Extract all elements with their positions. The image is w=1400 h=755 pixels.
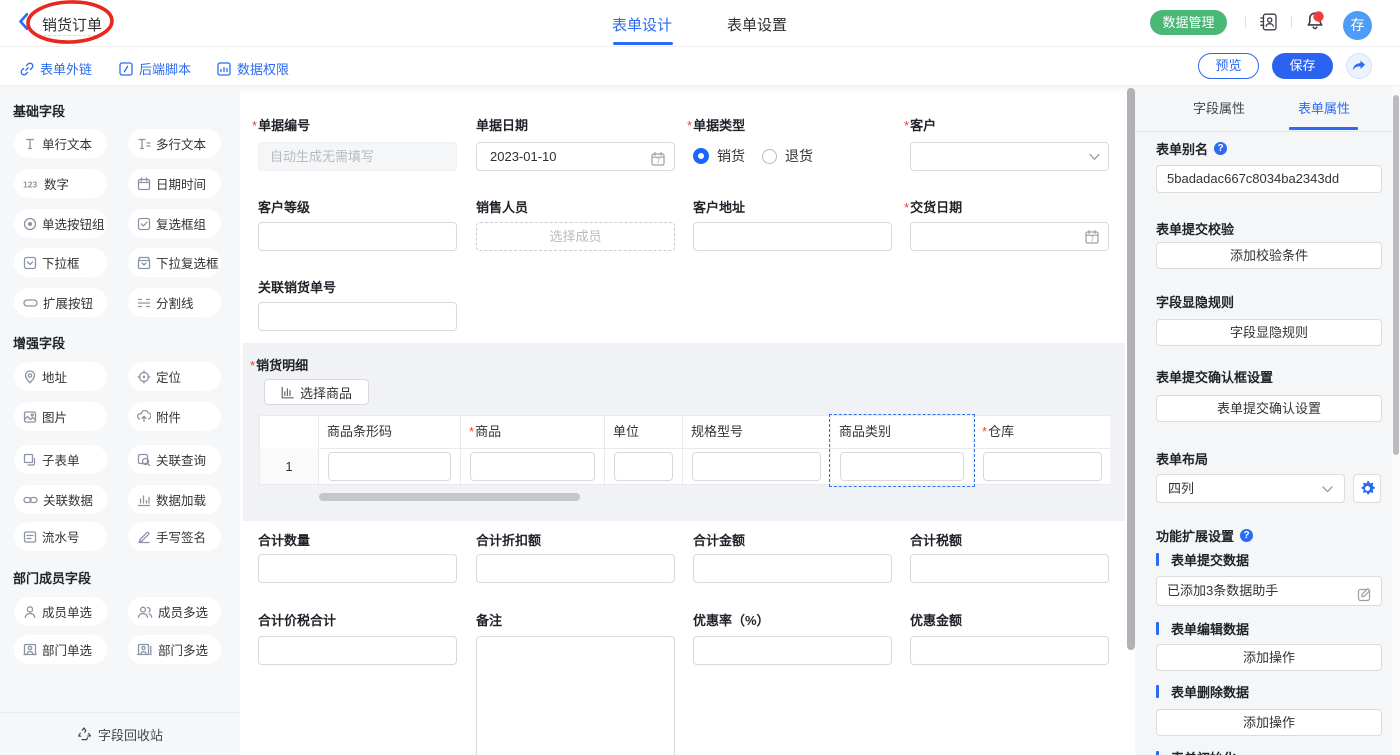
svg-text:7: 7	[656, 159, 660, 166]
svg-text:7: 7	[1090, 237, 1094, 244]
svg-text:123: 123	[23, 179, 37, 189]
